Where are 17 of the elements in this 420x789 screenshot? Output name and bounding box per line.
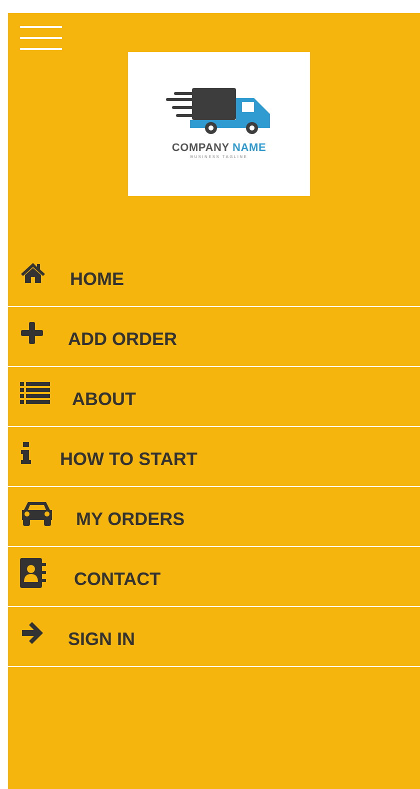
menu-item[interactable]: MY ORDERS [8,487,420,547]
menu-item[interactable]: HOME [8,247,420,307]
home-icon [20,262,46,284]
truck-icon [166,86,272,134]
car-icon [20,500,54,526]
arrow-right-icon [20,622,44,644]
menu-item[interactable]: CONTACT [8,547,420,607]
info-icon [20,442,32,464]
list-icon [20,382,50,404]
menu-icon[interactable] [20,25,62,51]
menu-item[interactable]: SIGN IN [8,607,420,667]
company-name: COMPANY NAME [172,142,266,154]
menu-item[interactable]: HOW TO START [8,427,420,487]
plus-icon [20,322,44,344]
contact-book-icon [20,558,46,588]
menu-item[interactable]: ABOUT [8,367,420,427]
menu-item[interactable]: ADD ORDER [8,307,420,367]
